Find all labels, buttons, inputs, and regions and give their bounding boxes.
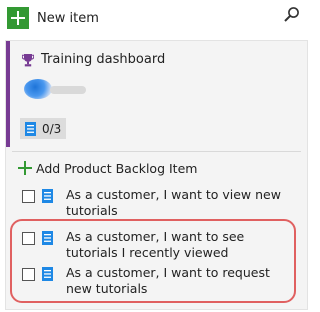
new-item-button[interactable]: New item: [7, 6, 99, 30]
work-item-card[interactable]: Training dashboard 0/3: [6, 41, 307, 147]
card-title[interactable]: Training dashboard: [41, 52, 165, 67]
task-counter-text: 0/3: [42, 121, 62, 136]
add-backlog-item-label: Add Product Backlog Item: [36, 160, 198, 176]
add-icon: [18, 161, 32, 175]
task-checkbox[interactable]: [22, 232, 35, 245]
task-counter-badge[interactable]: 0/3: [20, 118, 66, 139]
task-icon: [42, 267, 53, 281]
task-item: As a customer, I want to request new tut…: [6, 265, 306, 299]
task-icon: [42, 189, 53, 203]
task-icon: [42, 231, 53, 245]
app-root: New item Training dashboard 0/3 Add Prod…: [0, 0, 313, 312]
add-backlog-item-button[interactable]: Add Product Backlog Item: [18, 159, 197, 177]
avatar[interactable]: [24, 79, 52, 99]
card-panel: Training dashboard 0/3 Add Product Backl…: [5, 40, 308, 310]
task-checkbox[interactable]: [22, 268, 35, 281]
new-item-label: New item: [37, 10, 99, 26]
task-title[interactable]: As a customer, I want to request new tut…: [66, 265, 298, 297]
task-item: As a customer, I want to view new tutori…: [6, 187, 306, 221]
task-list-icon: [25, 121, 36, 136]
toolbar: New item: [0, 0, 313, 34]
task-title[interactable]: As a customer, I want to view new tutori…: [66, 187, 298, 219]
assignee-name-blurred: [50, 86, 86, 94]
plus-icon: [7, 7, 29, 29]
trophy-icon: [22, 54, 34, 67]
task-title[interactable]: As a customer, I want to see tutorials I…: [66, 229, 298, 261]
task-checkbox[interactable]: [22, 190, 35, 203]
divider: [12, 151, 301, 152]
search-icon[interactable]: [283, 6, 301, 24]
task-item: As a customer, I want to see tutorials I…: [6, 229, 306, 263]
